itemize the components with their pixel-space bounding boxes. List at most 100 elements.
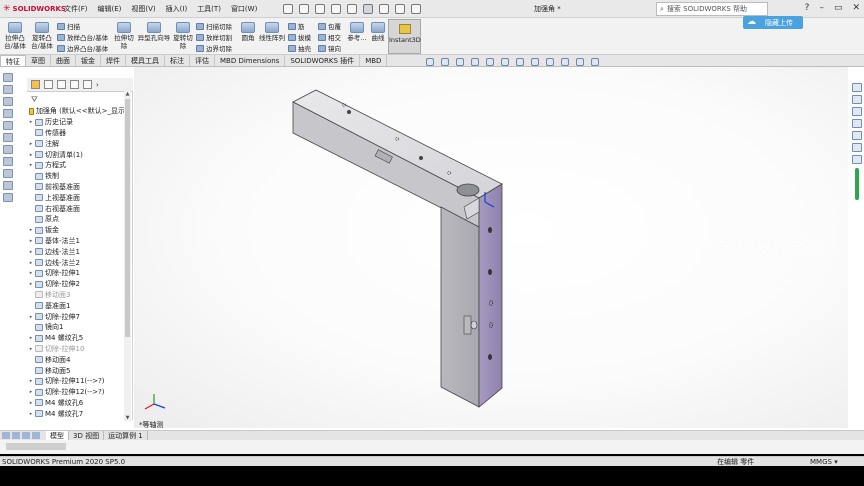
appearances-icon[interactable] — [852, 131, 862, 140]
tab-model[interactable]: 模型 — [46, 430, 69, 441]
select-icon[interactable] — [363, 3, 374, 14]
expand-arrow-icon[interactable]: ▸ — [27, 400, 35, 406]
close-icon[interactable]: ✕ — [852, 3, 860, 13]
expand-arrow-icon[interactable]: ▸ — [27, 346, 35, 352]
tree-item[interactable]: 前视基准面 — [27, 182, 125, 193]
swept-cut-button[interactable]: 扫描切除 — [196, 21, 232, 31]
tab-3d-views[interactable]: 3D 视图 — [69, 430, 105, 441]
tree-item[interactable]: ▸ 历史记录 — [27, 117, 125, 128]
last-tab-icon[interactable] — [32, 432, 40, 439]
expand-arrow-icon[interactable]: ▸ — [27, 260, 35, 266]
display-manager-icon[interactable] — [83, 80, 92, 89]
expand-arrow-icon[interactable]: ▸ — [27, 281, 35, 287]
minimize-icon[interactable]: – — [819, 3, 824, 13]
design-library-icon[interactable] — [852, 95, 862, 104]
leg-selected-face[interactable] — [478, 183, 503, 408]
menu-window[interactable]: 窗口(W) — [231, 4, 257, 14]
open-icon[interactable] — [299, 3, 310, 14]
tree-item[interactable]: 镜向1 — [27, 322, 125, 333]
prev-tab-icon[interactable] — [12, 432, 20, 439]
front-hole[interactable] — [470, 320, 478, 330]
help-icon[interactable]: ? — [805, 3, 810, 13]
side-hole-4[interactable] — [488, 354, 492, 360]
tree-item[interactable]: 移动面3 — [27, 290, 125, 301]
next-tab-icon[interactable] — [22, 432, 30, 439]
extruded-boss-button[interactable]: 拉伸凸台/基体 — [3, 22, 27, 50]
expand-arrow-icon[interactable]: ▸ — [27, 378, 35, 384]
dynamic-annotation-icon[interactable] — [486, 58, 494, 66]
spline-icon[interactable] — [3, 157, 13, 166]
fillet-button[interactable]: 圆角 — [238, 22, 258, 42]
sketch-relation-icon[interactable] — [3, 85, 13, 94]
tree-item[interactable]: ▸ 方程式 — [27, 160, 125, 171]
tree-root-part[interactable]: 加强角 (默认<<默认>_显示 — [27, 106, 125, 117]
solidworks-logo[interactable]: ✳ SOLIDWORKS — [0, 4, 66, 14]
tab-sketch[interactable]: 草图 — [26, 55, 51, 66]
tab-sheet-metal[interactable]: 钣金 — [76, 55, 101, 66]
menu-file[interactable]: 文件(F) — [64, 4, 88, 14]
horizontal-scrollbar[interactable] — [0, 440, 864, 454]
print-icon[interactable] — [331, 3, 342, 14]
linear-pattern-button[interactable]: 线性阵列 — [259, 22, 285, 42]
tree-item[interactable]: ▸ 切除-拉伸7 — [27, 311, 125, 322]
tree-item[interactable]: 移动面5 — [27, 365, 125, 376]
dimxpert-icon[interactable] — [70, 80, 79, 89]
draft-button[interactable]: 拔模 — [288, 32, 311, 42]
tree-item[interactable]: ▸ 切除-拉伸1 — [27, 268, 125, 279]
tree-item[interactable]: 原点 — [27, 214, 125, 225]
tree-item[interactable]: 铁制 — [27, 171, 125, 182]
tab-mbd[interactable]: MBD — [360, 55, 388, 66]
tree-item[interactable]: 移动面4 — [27, 354, 125, 365]
tree-item[interactable]: ▸ 切除-拉伸11(-->?) — [27, 376, 125, 387]
revolved-cut-button[interactable]: 旋转切除 — [172, 22, 194, 50]
forum-icon[interactable] — [852, 155, 862, 164]
expand-arrow-icon[interactable]: ▸ — [27, 162, 35, 168]
tree-item[interactable]: ▸ 切割清单(1) — [27, 149, 125, 160]
lofted-cut-button[interactable]: 放样切割 — [196, 32, 232, 42]
zoom-to-fit-icon[interactable] — [426, 58, 434, 66]
hole-wizard-button[interactable]: 异型孔向导 — [137, 22, 171, 42]
rib-button[interactable]: 筋 — [288, 21, 305, 31]
boundary-cut-button[interactable]: 边界切除 — [196, 43, 232, 53]
menu-tools[interactable]: 工具(T) — [197, 4, 221, 14]
leg-front-face[interactable] — [440, 206, 480, 408]
tree-item[interactable]: ▸ M4 螺纹孔5 — [27, 333, 125, 344]
unit-system[interactable]: MMGS ▾ — [810, 458, 838, 466]
tab-evaluate[interactable]: 评估 — [190, 55, 215, 66]
side-hole-2[interactable] — [488, 269, 492, 275]
mirror-button[interactable]: 镜向 — [318, 43, 341, 53]
top-hole-3[interactable] — [419, 156, 423, 160]
intersect-button[interactable]: 相交 — [318, 32, 341, 42]
corner-hole[interactable] — [456, 183, 480, 197]
menu-view[interactable]: 视图(V) — [131, 4, 155, 14]
view-orientation-icon[interactable] — [501, 58, 509, 66]
save-icon[interactable] — [315, 3, 326, 14]
revolved-boss-button[interactable]: 旋转凸台/基体 — [30, 22, 54, 50]
expand-arrow-icon[interactable]: ▸ — [27, 389, 35, 395]
options-icon[interactable] — [411, 3, 422, 14]
apply-scene-icon[interactable] — [561, 58, 569, 66]
tree-item[interactable]: ▸ 切除-拉伸12(-->?) — [27, 387, 125, 398]
horizontal-scrollbar-thumb[interactable] — [6, 443, 66, 450]
scroll-down-icon[interactable]: ▼ — [124, 415, 131, 421]
tab-weldments[interactable]: 焊件 — [101, 55, 126, 66]
smart-dimension-icon[interactable] — [3, 97, 13, 106]
reference-geometry-button[interactable]: 参考... — [346, 22, 368, 42]
help-search-input[interactable]: ⌕ 搜索 SOLIDWORKS 帮助 — [656, 2, 768, 16]
shell-button[interactable]: 抽壳 — [288, 43, 311, 53]
tab-addins[interactable]: SOLIDWORKS 插件 — [285, 55, 361, 66]
tree-item[interactable]: ▸ M4 螺纹孔6 — [27, 398, 125, 409]
menu-edit[interactable]: 编辑(E) — [98, 4, 122, 14]
tree-item[interactable]: 基准面1 — [27, 300, 125, 311]
feature-tree-icon[interactable] — [31, 80, 40, 89]
expand-arrow-icon[interactable]: ▸ — [27, 335, 35, 341]
side-hole-1[interactable] — [488, 227, 492, 233]
configuration-manager-icon[interactable] — [57, 80, 66, 89]
view-settings-icon[interactable] — [576, 58, 584, 66]
sketch-entity-icon[interactable] — [3, 73, 13, 82]
menu-insert[interactable]: 插入(I) — [166, 4, 188, 14]
tab-surfaces[interactable]: 曲面 — [51, 55, 76, 66]
graphics-area[interactable]: 老张软件学习 — [134, 67, 848, 428]
filter-icon[interactable]: ⛛ — [31, 95, 38, 105]
mirror-entities-icon[interactable] — [3, 193, 13, 202]
